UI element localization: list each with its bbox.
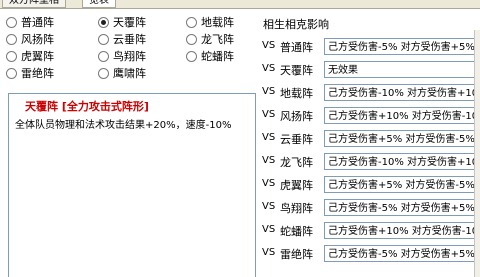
relation-effect-field[interactable]: 己方受伤害-10% 对方受伤害+10% — [324, 84, 480, 101]
relation-row: VS 普通阵 己方受伤害-5% 对方受伤害+5% — [258, 37, 480, 58]
relation-effect-field[interactable]: 己方受伤害+5% 对方受伤害-5% — [324, 130, 480, 147]
formation-window: 双方阵型相 览表 普通阵 风扬阵 虎翼阵 雷绝阵 天覆阵 云垂阵 鸟翔阵 鹰啸阵… — [0, 0, 480, 277]
vs-label: VS — [262, 40, 276, 51]
radio-label: 鸟翔阵 — [113, 50, 146, 63]
radio-button-icon[interactable] — [98, 67, 109, 79]
relation-row: VS 地载阵 己方受伤害-10% 对方受伤害+10% — [258, 83, 480, 104]
relation-effect-field[interactable]: 己方受伤害-10% 对方受伤害+10% — [324, 153, 480, 170]
relation-formation-name: 天覆阵 — [280, 64, 313, 77]
radio-button-icon[interactable] — [6, 67, 17, 79]
radio-fengyang[interactable]: 风扬阵 — [6, 31, 54, 47]
vs-label: VS — [262, 63, 276, 74]
relation-row: VS 龙飞阵 己方受伤害-10% 对方受伤害+10% — [258, 152, 480, 173]
radio-tianfu[interactable]: 天覆阵 — [98, 14, 146, 30]
radio-dizai[interactable]: 地载阵 — [186, 14, 234, 30]
radio-button-checked-icon[interactable] — [98, 16, 109, 28]
vs-label: VS — [262, 86, 276, 97]
vs-label: VS — [262, 247, 276, 258]
radio-label: 鹰啸阵 — [113, 67, 146, 80]
vs-label: VS — [262, 224, 276, 235]
radio-label: 天覆阵 — [113, 16, 146, 29]
relation-effect-field[interactable]: 己方受伤害-5% 对方受伤害+5% — [324, 199, 480, 216]
radio-label: 龙飞阵 — [201, 33, 234, 46]
description-title: 天覆阵 [全力攻击式阵形] — [25, 100, 149, 113]
vertical-scrollbar[interactable] — [474, 30, 480, 277]
relation-row: VS 雷绝阵 己方受伤害-5% 对方受伤害+5% — [258, 244, 480, 265]
radio-leijue[interactable]: 雷绝阵 — [6, 65, 54, 81]
radio-huyi[interactable]: 虎翼阵 — [6, 48, 54, 64]
relation-section-title: 相生相克影响 — [263, 18, 329, 31]
tab-overview[interactable]: 览表 — [82, 0, 116, 8]
relation-effect-field[interactable]: 己方受伤害-5% 对方受伤害+5% — [324, 245, 480, 262]
relation-formation-name: 雷绝阵 — [280, 248, 313, 261]
relation-effect-field[interactable]: 己方受伤害+10% 对方受伤害-10% — [324, 107, 480, 124]
radio-longfei[interactable]: 龙飞阵 — [186, 31, 234, 47]
radio-button-icon[interactable] — [6, 16, 17, 28]
relation-row: VS 天覆阵 无效果 — [258, 60, 480, 81]
description-text: 全体队员物理和法术攻击结果+20%，速度-10% — [15, 120, 232, 131]
relation-row: VS 蛇蟠阵 己方受伤害+10% 对方受伤害-10% — [258, 221, 480, 242]
radio-button-icon[interactable] — [6, 50, 17, 62]
relation-effect-field[interactable]: 己方受伤害-5% 对方受伤害+5% — [324, 38, 480, 55]
relation-formation-name: 普通阵 — [280, 41, 313, 54]
radio-button-icon[interactable] — [186, 33, 197, 45]
relation-formation-name: 龙飞阵 — [280, 156, 313, 169]
tab-formation-compare[interactable]: 双方阵型相 — [2, 0, 66, 8]
relation-formation-name: 风扬阵 — [280, 110, 313, 123]
radio-label: 普通阵 — [21, 16, 54, 29]
relation-formation-name: 云垂阵 — [280, 133, 313, 146]
vs-label: VS — [262, 132, 276, 143]
radio-label: 蛇蟠阵 — [201, 50, 234, 63]
radio-button-icon[interactable] — [98, 50, 109, 62]
radio-label: 雷绝阵 — [21, 67, 54, 80]
relation-formation-name: 蛇蟠阵 — [280, 225, 313, 238]
relation-row: VS 风扬阵 己方受伤害+10% 对方受伤害-10% — [258, 106, 480, 127]
vs-label: VS — [262, 178, 276, 189]
radio-button-icon[interactable] — [186, 16, 197, 28]
relation-row: VS 虎翼阵 己方受伤害+5% 对方受伤害-5% — [258, 175, 480, 196]
radio-yingxiao[interactable]: 鹰啸阵 — [98, 65, 146, 81]
radio-niaoxiang[interactable]: 鸟翔阵 — [98, 48, 146, 64]
formation-radio-group: 普通阵 风扬阵 虎翼阵 雷绝阵 天覆阵 云垂阵 鸟翔阵 鹰啸阵 地载阵 龙飞阵 … — [6, 14, 256, 90]
radio-label: 云垂阵 — [113, 33, 146, 46]
radio-yunchui[interactable]: 云垂阵 — [98, 31, 146, 47]
relation-effect-field[interactable]: 己方受伤害+5% 对方受伤害-5% — [324, 176, 480, 193]
vs-label: VS — [262, 155, 276, 166]
relation-row: VS 云垂阵 己方受伤害+5% 对方受伤害-5% — [258, 129, 480, 150]
radio-button-icon[interactable] — [186, 50, 197, 62]
relation-effect-field[interactable]: 无效果 — [324, 61, 480, 78]
vs-label: VS — [262, 201, 276, 212]
radio-label: 地载阵 — [201, 16, 234, 29]
formation-description-box: 天覆阵 [全力攻击式阵形] 全体队员物理和法术攻击结果+20%，速度-10% — [8, 93, 256, 277]
relation-formation-name: 虎翼阵 — [280, 179, 313, 192]
radio-button-icon[interactable] — [6, 33, 17, 45]
relation-formation-name: 地载阵 — [280, 87, 313, 100]
radio-shepan[interactable]: 蛇蟠阵 — [186, 48, 234, 64]
vs-label: VS — [262, 109, 276, 120]
relation-formation-name: 鸟翔阵 — [280, 202, 313, 215]
radio-label: 风扬阵 — [21, 33, 54, 46]
relation-effect-field[interactable]: 己方受伤害+10% 对方受伤害-10% — [324, 222, 480, 239]
radio-putong[interactable]: 普通阵 — [6, 14, 54, 30]
tab-strip: 双方阵型相 览表 — [0, 0, 480, 9]
radio-button-icon[interactable] — [98, 33, 109, 45]
radio-label: 虎翼阵 — [21, 50, 54, 63]
relation-row: VS 鸟翔阵 己方受伤害-5% 对方受伤害+5% — [258, 198, 480, 219]
